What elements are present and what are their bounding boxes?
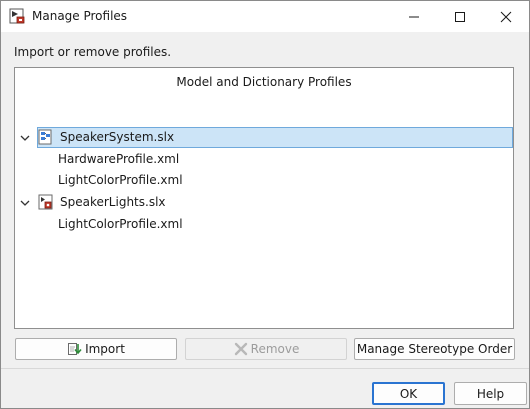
help-button-label: Help xyxy=(476,386,505,401)
import-button[interactable]: Import xyxy=(15,338,177,360)
tree-leaf-label: LightColorProfile.xml xyxy=(58,217,183,231)
tree-node-label: SpeakerLights.slx xyxy=(60,195,166,209)
import-icon xyxy=(67,341,83,357)
tree-node-speakerlights[interactable]: SpeakerLights.slx xyxy=(15,192,513,213)
tree-column-header: Model and Dictionary Profiles xyxy=(176,75,352,89)
manage-stereotype-order-button[interactable]: Manage Stereotype Order xyxy=(354,338,515,360)
tree-leaf-lightcolorprofile[interactable]: LightColorProfile.xml xyxy=(15,170,513,191)
chevron-down-icon[interactable] xyxy=(19,132,31,144)
maximize-button[interactable] xyxy=(437,1,483,32)
close-button[interactable] xyxy=(483,1,529,32)
remove-button-label: Remove xyxy=(250,342,300,356)
remove-x-icon xyxy=(233,341,249,357)
window-title: Manage Profiles xyxy=(32,9,128,23)
tree-leaf-lightcolorprofile[interactable]: LightColorProfile.xml xyxy=(15,214,513,235)
tree-leaf-label: HardwareProfile.xml xyxy=(58,152,180,166)
import-button-label: Import xyxy=(85,342,125,356)
profiles-tree[interactable]: Model and Dictionary Profiles SpeakerSys… xyxy=(14,67,514,329)
title-bar[interactable]: Manage Profiles xyxy=(1,1,529,32)
manage-stereotype-order-label: Manage Stereotype Order xyxy=(356,342,513,356)
manage-profiles-dialog: Manage Profiles Import or remove profile… xyxy=(0,0,530,409)
tree-leaf-label: LightColorProfile.xml xyxy=(58,173,183,187)
tree-node-label: SpeakerSystem.slx xyxy=(60,130,175,144)
dialog-body: Import or remove profiles. Model and Dic… xyxy=(1,32,529,367)
ok-button[interactable]: OK xyxy=(372,382,445,405)
simulink-model-icon xyxy=(38,129,54,145)
chevron-down-icon[interactable] xyxy=(19,197,31,209)
tree-node-speakersystem[interactable]: SpeakerSystem.slx xyxy=(15,127,513,148)
tree-leaf-hardwareprofile[interactable]: HardwareProfile.xml xyxy=(15,149,513,170)
remove-button[interactable]: Remove xyxy=(185,338,347,360)
instructions-text: Import or remove profiles. xyxy=(14,45,172,59)
minimize-button[interactable] xyxy=(391,1,437,32)
ok-button-label: OK xyxy=(399,386,418,401)
simulink-model-icon xyxy=(38,194,54,210)
matlab-dialog-icon xyxy=(9,8,25,24)
footer-divider xyxy=(1,368,529,369)
help-button[interactable]: Help xyxy=(454,382,527,405)
minimize-icon xyxy=(408,11,420,23)
maximize-icon xyxy=(454,11,466,23)
close-icon xyxy=(500,11,512,23)
